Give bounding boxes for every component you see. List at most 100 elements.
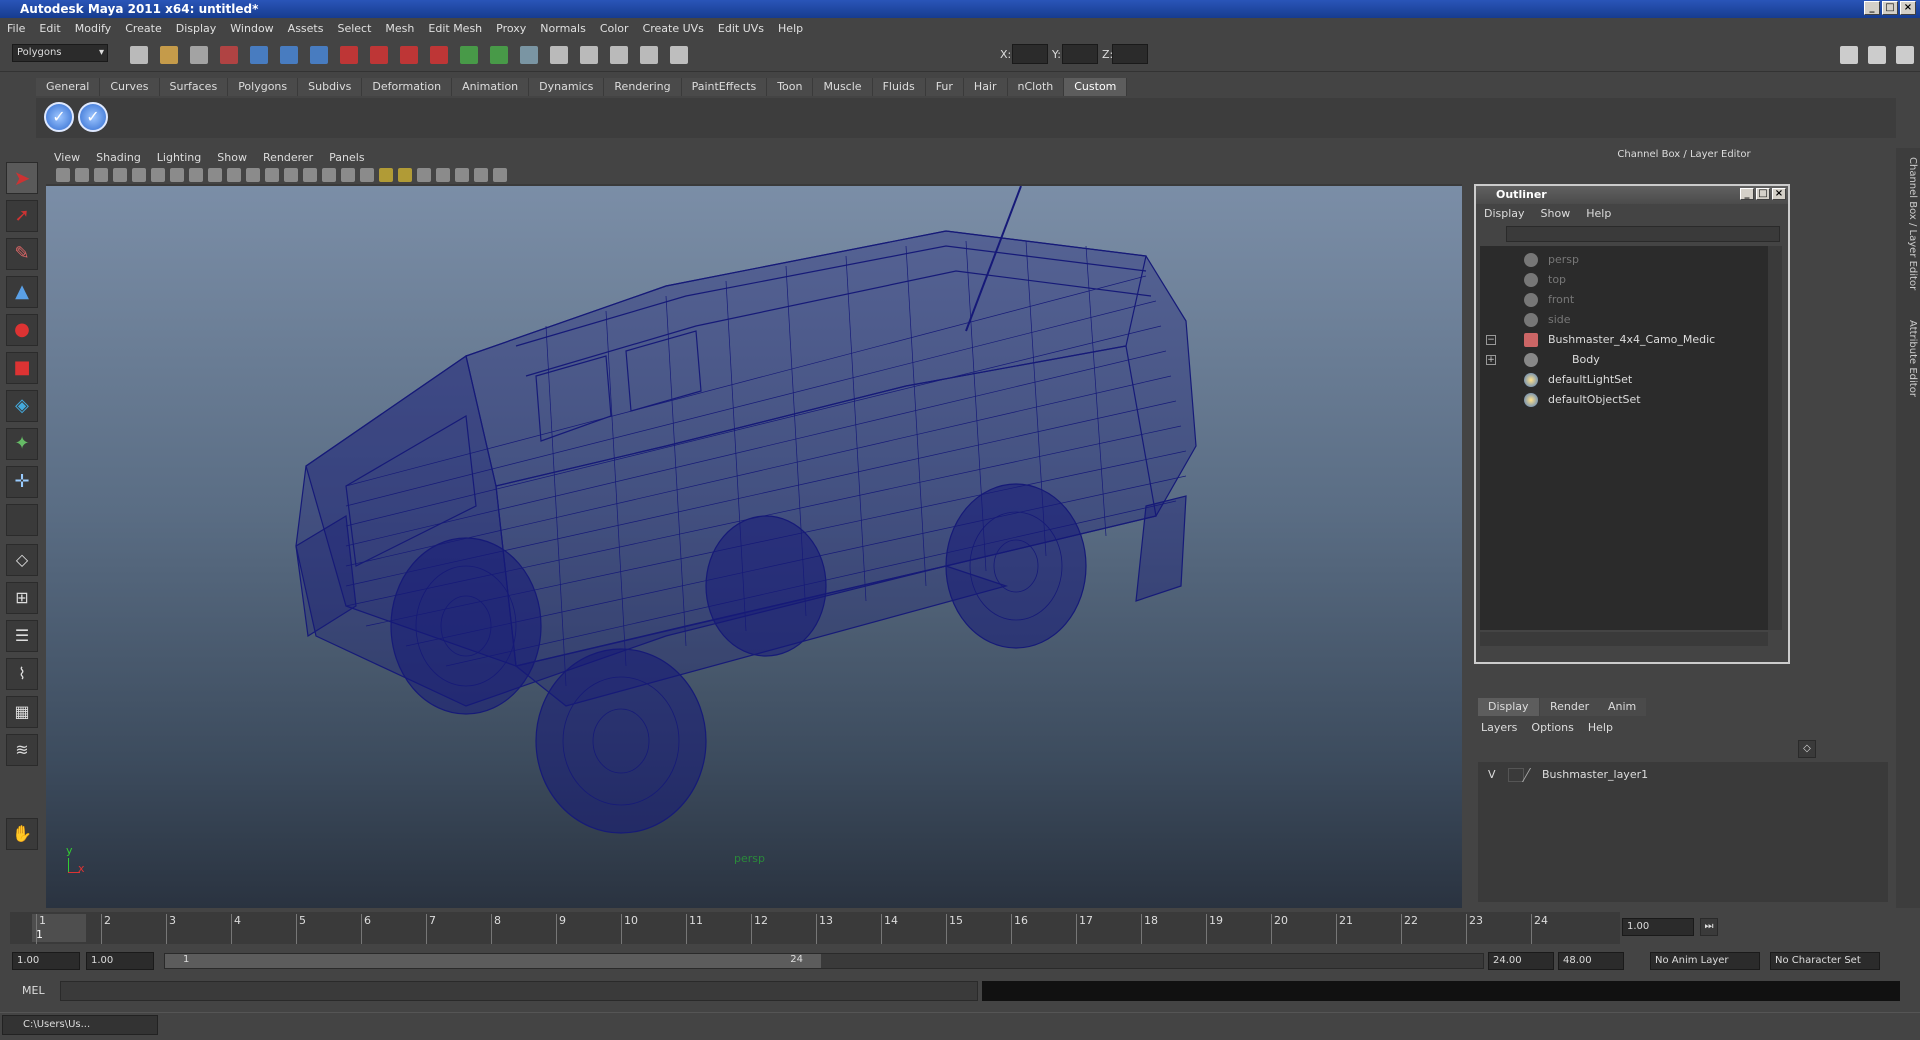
- hypershade-icon[interactable]: [610, 46, 628, 64]
- maximize-button[interactable]: □: [1882, 1, 1898, 15]
- anim-end-field[interactable]: 48.00: [1558, 952, 1624, 970]
- field-chart-icon[interactable]: [246, 168, 260, 182]
- outliner-item[interactable]: persp: [1480, 250, 1768, 270]
- smooth-shade-icon[interactable]: [322, 168, 336, 182]
- expand-icon[interactable]: +: [1486, 355, 1496, 365]
- outliner-item[interactable]: side: [1480, 310, 1768, 330]
- shelf-tab-surfaces[interactable]: Surfaces: [159, 78, 229, 96]
- layer-menu-layers[interactable]: Layers: [1474, 721, 1524, 734]
- go-to-end-icon[interactable]: ⏭: [1700, 918, 1718, 936]
- safe-action-icon[interactable]: [265, 168, 279, 182]
- safe-title-icon[interactable]: [284, 168, 298, 182]
- shelf-tab-ncloth[interactable]: nCloth: [1007, 78, 1065, 96]
- menu-proxy[interactable]: Proxy: [489, 22, 533, 35]
- select-object-icon[interactable]: [250, 46, 268, 64]
- menu-color[interactable]: Color: [593, 22, 636, 35]
- use-all-lights-icon[interactable]: [379, 168, 393, 182]
- side-tab-channel-box[interactable]: Channel Box / Layer Editor: [1898, 154, 1918, 294]
- menu-edit-uvs[interactable]: Edit UVs: [711, 22, 771, 35]
- tab-render[interactable]: Render: [1540, 698, 1600, 716]
- outliner-item[interactable]: + Body: [1480, 350, 1768, 370]
- manipulator-tool-icon[interactable]: ◈: [6, 390, 38, 422]
- anim-start-field[interactable]: 1.00: [12, 952, 80, 970]
- empty-tool-slot[interactable]: [6, 504, 38, 536]
- y-field[interactable]: [1062, 44, 1098, 64]
- image-plane-icon[interactable]: [113, 168, 127, 182]
- history-icon[interactable]: [490, 46, 508, 64]
- textured-icon[interactable]: [360, 168, 374, 182]
- viewport-menu-renderer[interactable]: Renderer: [255, 151, 321, 164]
- shelf-tab-polygons[interactable]: Polygons: [228, 78, 299, 96]
- outliner-minimize-button[interactable]: _: [1740, 188, 1754, 200]
- 2d-pan-icon[interactable]: [132, 168, 146, 182]
- snap-plane-icon[interactable]: [400, 46, 418, 64]
- viewport-menu-shading[interactable]: Shading: [88, 151, 149, 164]
- input-icon[interactable]: [670, 46, 688, 64]
- viewport-menu-show[interactable]: Show: [209, 151, 255, 164]
- render-icon[interactable]: [520, 46, 538, 64]
- time-slider[interactable]: 1 1 2 3 4 5 6 7 8 9 10 11 12 13 14 15 16 17 18 19 20 21 22 23 24: [10, 912, 1620, 944]
- playback-end-field[interactable]: 24.00: [1488, 952, 1554, 970]
- lasso-tool-icon[interactable]: ➚: [6, 200, 38, 232]
- x-field[interactable]: [1012, 44, 1048, 64]
- outliner-item[interactable]: top: [1480, 270, 1768, 290]
- rotate-tool-icon[interactable]: ●: [6, 314, 38, 346]
- select-tool-icon[interactable]: ➤: [6, 162, 38, 194]
- last-tool-icon[interactable]: ✛: [6, 466, 38, 498]
- shelf-tab-fur[interactable]: Fur: [925, 78, 964, 96]
- menu-modify[interactable]: Modify: [68, 22, 118, 35]
- persp-viewport[interactable]: [46, 186, 1462, 908]
- menu-file[interactable]: File: [0, 22, 32, 35]
- collapse-icon[interactable]: −: [1486, 335, 1496, 345]
- snap-point-icon[interactable]: [370, 46, 388, 64]
- outliner-layout-icon[interactable]: ☰: [6, 620, 38, 652]
- lock-icon[interactable]: [460, 46, 478, 64]
- single-pane-layout-icon[interactable]: ◇: [6, 544, 38, 576]
- outliner-menu-show[interactable]: Show: [1533, 207, 1579, 220]
- outliner-item[interactable]: defaultLightSet: [1480, 370, 1768, 390]
- menu-mesh[interactable]: Mesh: [378, 22, 421, 35]
- menu-create[interactable]: Create: [118, 22, 169, 35]
- wireframe-icon[interactable]: [303, 168, 317, 182]
- shelf-tab-hair[interactable]: Hair: [963, 78, 1008, 96]
- minimize-button[interactable]: _: [1864, 1, 1880, 15]
- outliner-item[interactable]: defaultObjectSet: [1480, 390, 1768, 410]
- help-icon[interactable]: [430, 46, 448, 64]
- shelf-tab-curves[interactable]: Curves: [100, 78, 160, 96]
- grid-icon[interactable]: [170, 168, 184, 182]
- mel-input[interactable]: [60, 981, 978, 1001]
- xray-components-icon[interactable]: [493, 168, 507, 182]
- layer-row[interactable]: V Bushmaster_layer1: [1478, 766, 1888, 784]
- shelf-tab-muscle[interactable]: Muscle: [813, 78, 873, 96]
- resolution-gate-icon[interactable]: [208, 168, 222, 182]
- wireframe-on-shaded-icon[interactable]: [341, 168, 355, 182]
- side-tab-attribute-editor[interactable]: Attribute Editor: [1898, 308, 1918, 408]
- layer-menu-options[interactable]: Options: [1524, 721, 1580, 734]
- new-scene-icon[interactable]: [130, 46, 148, 64]
- outliner-vertical-scrollbar[interactable]: [1768, 246, 1782, 630]
- outliner-item[interactable]: front: [1480, 290, 1768, 310]
- soft-mod-tool-icon[interactable]: ✦: [6, 428, 38, 460]
- gate-mask-icon[interactable]: [227, 168, 241, 182]
- high-quality-icon[interactable]: [417, 168, 431, 182]
- layer-down-icon[interactable]: ◇: [1798, 740, 1816, 758]
- mask-icon[interactable]: [640, 46, 658, 64]
- shadows-icon[interactable]: [398, 168, 412, 182]
- range-slider[interactable]: 1 24: [164, 953, 1484, 969]
- layout-single-icon[interactable]: [1840, 46, 1858, 64]
- open-scene-icon[interactable]: [160, 46, 178, 64]
- scale-tool-icon[interactable]: ■: [6, 352, 38, 384]
- shelf-tab-custom[interactable]: Custom: [1064, 78, 1128, 96]
- shelf-tab-animation[interactable]: Animation: [452, 78, 530, 96]
- viewport-menu-panels[interactable]: Panels: [321, 151, 372, 164]
- xray-icon[interactable]: [455, 168, 469, 182]
- select-component-icon[interactable]: [280, 46, 298, 64]
- menu-display[interactable]: Display: [169, 22, 224, 35]
- anim-layer-dropdown[interactable]: No Anim Layer: [1650, 952, 1760, 970]
- minimized-window[interactable]: C:\Users\Us...: [2, 1015, 158, 1035]
- tab-anim[interactable]: Anim: [1598, 698, 1647, 716]
- shelf-tab-general[interactable]: General: [36, 78, 101, 96]
- tab-display[interactable]: Display: [1478, 698, 1539, 716]
- shelf-tab-subdivs[interactable]: Subdivs: [298, 78, 363, 96]
- menu-help[interactable]: Help: [771, 22, 810, 35]
